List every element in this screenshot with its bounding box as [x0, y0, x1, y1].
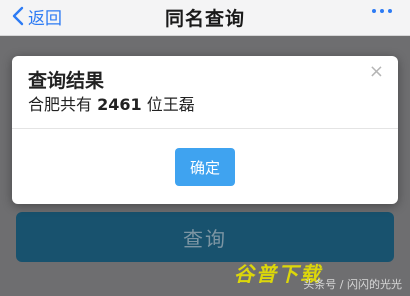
confirm-button[interactable]: 确定 — [175, 148, 235, 186]
result-count: 2461 — [97, 95, 142, 114]
dialog-title: 查询结果 — [28, 70, 105, 92]
page-title: 同名查询 — [164, 8, 245, 30]
message-prefix: 合肥共有 — [28, 95, 93, 114]
more-dots-icon[interactable] — [372, 9, 392, 13]
divider — [12, 128, 398, 129]
result-dialog: 查询结果 × 合肥共有 2461 位王磊 确定 — [12, 56, 398, 204]
watermark-credit: 头条号 / 闪闪的光光 — [303, 278, 402, 291]
query-button[interactable]: 查询 — [16, 212, 394, 262]
navigation-bar: 返回 同名查询 — [0, 0, 410, 36]
close-icon[interactable]: × — [369, 63, 384, 81]
dialog-message: 合肥共有 2461 位王磊 — [28, 91, 195, 115]
message-suffix: 位王磊 — [146, 95, 195, 114]
